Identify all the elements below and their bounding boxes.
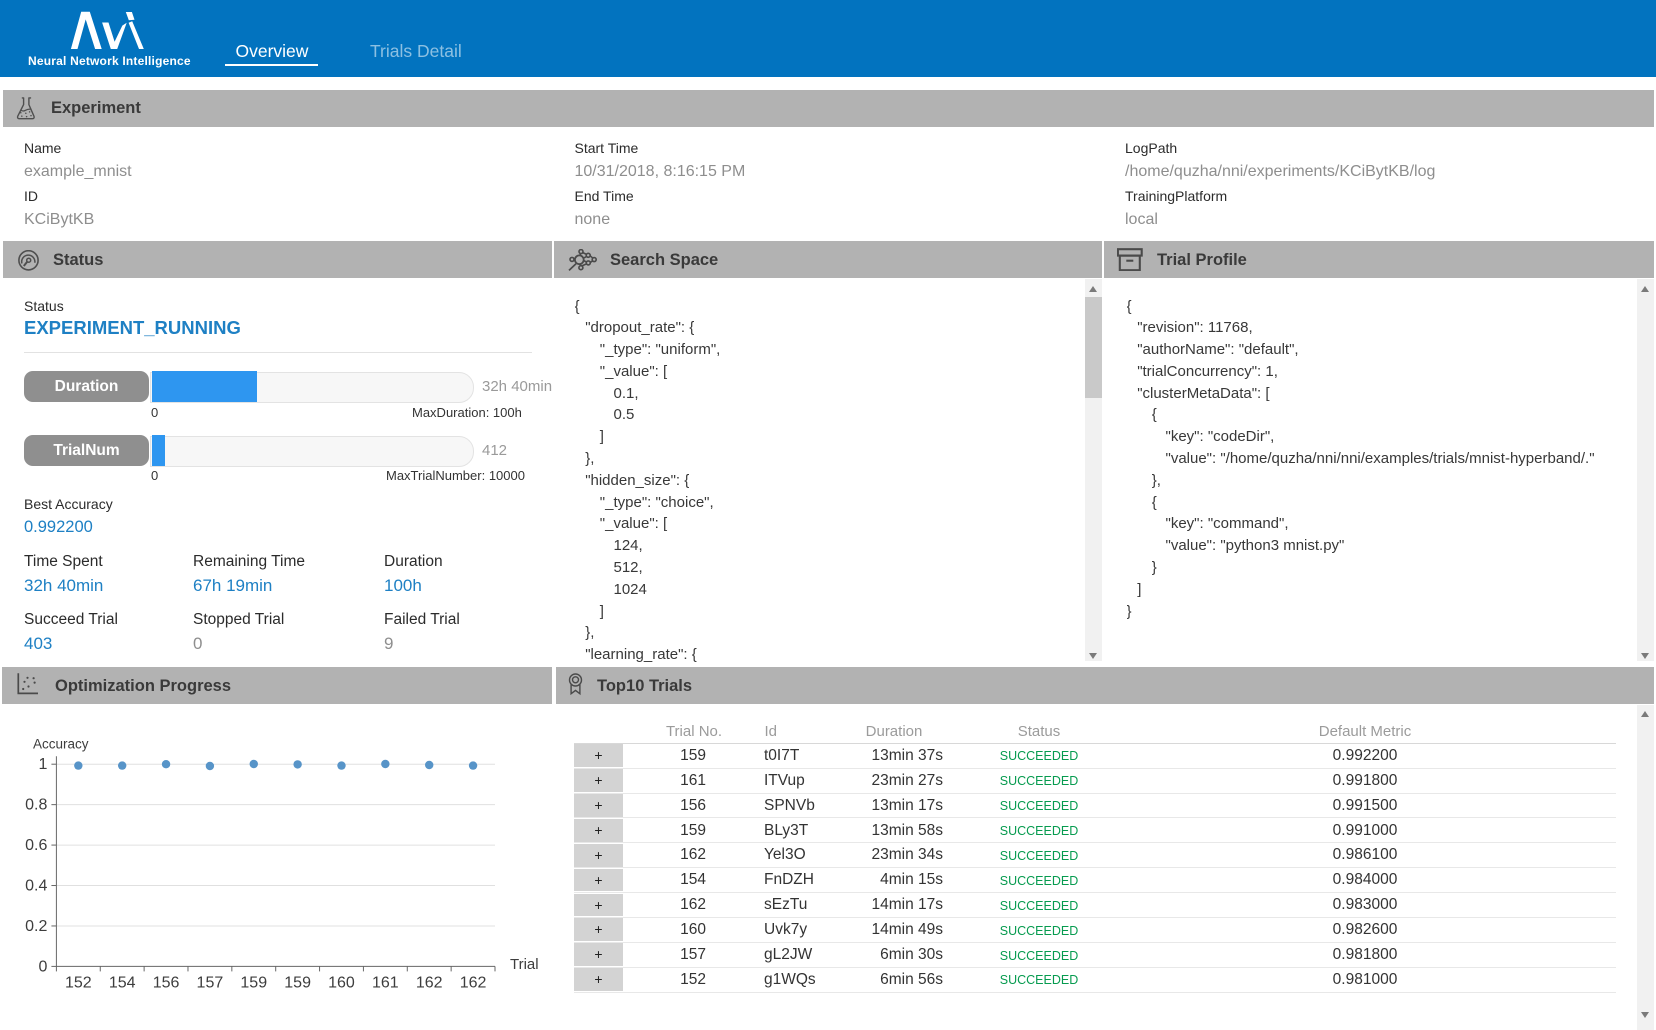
svg-text:0.6: 0.6 [25, 837, 47, 854]
svg-text:0.4: 0.4 [25, 878, 47, 895]
svg-text:159: 159 [240, 974, 267, 991]
svg-text:0.8: 0.8 [25, 797, 47, 814]
svg-text:162: 162 [416, 974, 443, 991]
svg-text:161: 161 [372, 974, 399, 991]
svg-text:0.2: 0.2 [25, 918, 47, 935]
svg-text:159: 159 [284, 974, 311, 991]
svg-text:154: 154 [109, 974, 136, 991]
svg-text:0: 0 [38, 958, 47, 975]
svg-text:Trial: Trial [510, 956, 539, 973]
svg-text:156: 156 [153, 974, 180, 991]
svg-text:162: 162 [460, 974, 487, 991]
svg-text:1: 1 [38, 756, 47, 773]
svg-text:157: 157 [197, 974, 224, 991]
svg-text:160: 160 [328, 974, 355, 991]
svg-text:152: 152 [65, 974, 92, 991]
svg-text:Accuracy: Accuracy [33, 737, 89, 752]
